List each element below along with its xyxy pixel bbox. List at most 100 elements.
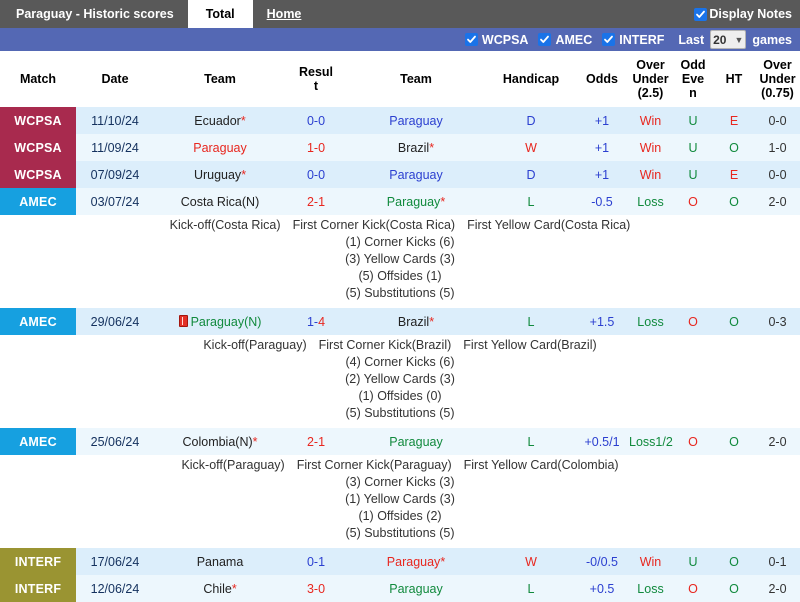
checkbox-checked-icon[interactable]	[694, 7, 708, 21]
odds-value: Loss1/2	[628, 428, 673, 455]
notes-stat-line: (5) Substitutions (5)	[345, 286, 455, 300]
col-odd-even: Odd Eve n	[673, 51, 713, 107]
match-badge: AMEC	[0, 188, 76, 215]
odd-even: O	[713, 134, 755, 161]
col-result: Resul t	[286, 51, 346, 107]
handicap-value: +0.5	[576, 575, 628, 602]
odds-value: Win	[628, 548, 673, 575]
notes-stat-line: (3) Yellow Cards (3)	[345, 252, 455, 266]
result-letter: L	[486, 428, 576, 455]
col-handicap: Handicap	[486, 51, 576, 107]
notes-head-item: First Corner Kick(Costa Rica)	[292, 218, 456, 232]
col-ou075-line2: Under	[759, 72, 796, 86]
games-count-select[interactable]: 20 ▼	[710, 30, 747, 49]
result-letter: W	[486, 134, 576, 161]
filter-amec[interactable]: AMEC	[538, 33, 592, 47]
table-row[interactable]: AMEC 25/06/24 Colombia(N)* 2-1 Paraguay L +0.5…	[0, 428, 800, 455]
over-under-25: O	[673, 428, 713, 455]
match-score: 0-0	[286, 161, 346, 188]
match-badge: AMEC	[0, 308, 76, 335]
match-notes-cell: Kick-off(Costa Rica) First Corner Kick(Co…	[0, 215, 800, 308]
match-date: 07/09/24	[76, 161, 154, 188]
away-team: Paraguay*	[346, 188, 486, 215]
match-badge: WCPSA	[0, 134, 76, 161]
col-ht: HT	[713, 51, 755, 107]
checkbox-checked-icon[interactable]	[602, 33, 616, 46]
col-oddeven-line2: Eve	[681, 72, 705, 86]
half-time-score: 1-0	[755, 134, 800, 161]
over-under-25: U	[673, 548, 713, 575]
games-count-value: 20	[713, 32, 727, 47]
notes-head-item: Kick-off(Paraguay)	[181, 458, 285, 472]
table-row[interactable]: WCPSA 07/09/24 Uruguay* 0-0 Paraguay D +1 Win U E…	[0, 161, 800, 188]
col-over-under-25: Over Under (2.5)	[628, 51, 673, 107]
odd-even: E	[713, 107, 755, 134]
notes-head-item: Kick-off(Costa Rica)	[169, 218, 281, 232]
away-team: Paraguay	[346, 428, 486, 455]
games-label: games	[752, 32, 792, 47]
handicap-value: -0.5	[576, 188, 628, 215]
match-badge: WCPSA	[0, 107, 76, 134]
handicap-value: +1	[576, 134, 628, 161]
col-ou075-line1: Over	[763, 58, 792, 72]
col-team-home: Team	[154, 51, 286, 107]
display-notes-toggle[interactable]: Display Notes	[694, 0, 800, 28]
table-row[interactable]: INTERF 17/06/24 Panama 0-1 Paraguay* W -0/0.5 W…	[0, 548, 800, 575]
odd-even: O	[713, 308, 755, 335]
table-row[interactable]: INTERF 12/06/24 Chile* 3-0 Paraguay L +0.5 Loss…	[0, 575, 800, 602]
odds-value: Win	[628, 161, 673, 188]
notes-stat-line: (1) Offsides (0)	[358, 389, 442, 403]
home-team: Costa Rica(N)	[154, 188, 286, 215]
match-score: 3-0	[286, 575, 346, 602]
notes-headline: Kick-off(Costa Rica) First Corner Kick(Co…	[0, 217, 800, 234]
notes-head-item: First Yellow Card(Brazil)	[463, 338, 597, 352]
handicap-value: +0.5/1	[576, 428, 628, 455]
notes-head-item: First Corner Kick(Paraguay)	[296, 458, 452, 472]
match-score: 1-4	[286, 308, 346, 335]
tabbar-spacer	[313, 0, 694, 28]
tab-total[interactable]: Total	[187, 0, 253, 28]
match-badge: AMEC	[0, 428, 76, 455]
handicap-value: +1	[576, 161, 628, 188]
page-title: Paraguay - Historic scores	[0, 0, 188, 28]
half-time-score: 0-3	[755, 308, 800, 335]
home-team: Panama	[154, 548, 286, 575]
match-date: 11/09/24	[76, 134, 154, 161]
match-notes: Kick-off(Paraguay) First Corner Kick(Para…	[0, 457, 800, 542]
table-row[interactable]: AMEC 03/07/24 Costa Rica(N) 2-1 Paraguay* L -0…	[0, 188, 800, 215]
half-time-score: 2-0	[755, 428, 800, 455]
tab-home[interactable]: Home	[253, 0, 314, 28]
table-body: WCPSA 11/10/24 Ecuador* 0-0 Paraguay D +1 Win U E…	[0, 107, 800, 602]
match-notes-cell: Kick-off(Paraguay) First Corner Kick(Braz…	[0, 335, 800, 428]
over-under-25: U	[673, 161, 713, 188]
over-under-25: O	[673, 188, 713, 215]
half-time-score: 2-0	[755, 188, 800, 215]
match-date: 25/06/24	[76, 428, 154, 455]
notes-stat-line: (2) Yellow Cards (3)	[345, 372, 455, 386]
notes-stat-line: (5) Offsides (1)	[358, 269, 442, 283]
notes-stat-line: (4) Corner Kicks (6)	[345, 355, 455, 369]
checkbox-checked-icon[interactable]	[464, 33, 478, 46]
filter-interf[interactable]: INTERF	[602, 33, 664, 47]
checkbox-checked-icon[interactable]	[538, 33, 552, 46]
table-row[interactable]: WCPSA 11/10/24 Ecuador* 0-0 Paraguay D +1 Win U E…	[0, 107, 800, 134]
away-star: *	[429, 140, 435, 155]
home-team: Ecuador*	[154, 107, 286, 134]
filter-wcpsa[interactable]: WCPSA	[464, 33, 528, 47]
match-score: 2-1	[286, 428, 346, 455]
chevron-down-icon: ▼	[734, 34, 744, 45]
half-time-score: 0-0	[755, 161, 800, 188]
match-score: 1-0	[286, 134, 346, 161]
result-letter: D	[486, 161, 576, 188]
col-result-line1: Resul	[298, 65, 334, 79]
table-row[interactable]: AMEC 29/06/24 Paraguay(N) 1-4 Brazil* L +1.5 Lo…	[0, 308, 800, 335]
match-date: 11/10/24	[76, 107, 154, 134]
notes-head-item: First Corner Kick(Brazil)	[318, 338, 452, 352]
away-team: Paraguay	[346, 161, 486, 188]
over-under-25: O	[673, 575, 713, 602]
odd-even: O	[713, 575, 755, 602]
match-date: 12/06/24	[76, 575, 154, 602]
table-row[interactable]: WCPSA 11/09/24 Paraguay 1-0 Brazil* W +1 Win U O 1…	[0, 134, 800, 161]
away-team: Brazil*	[346, 308, 486, 335]
away-star: *	[240, 113, 246, 128]
